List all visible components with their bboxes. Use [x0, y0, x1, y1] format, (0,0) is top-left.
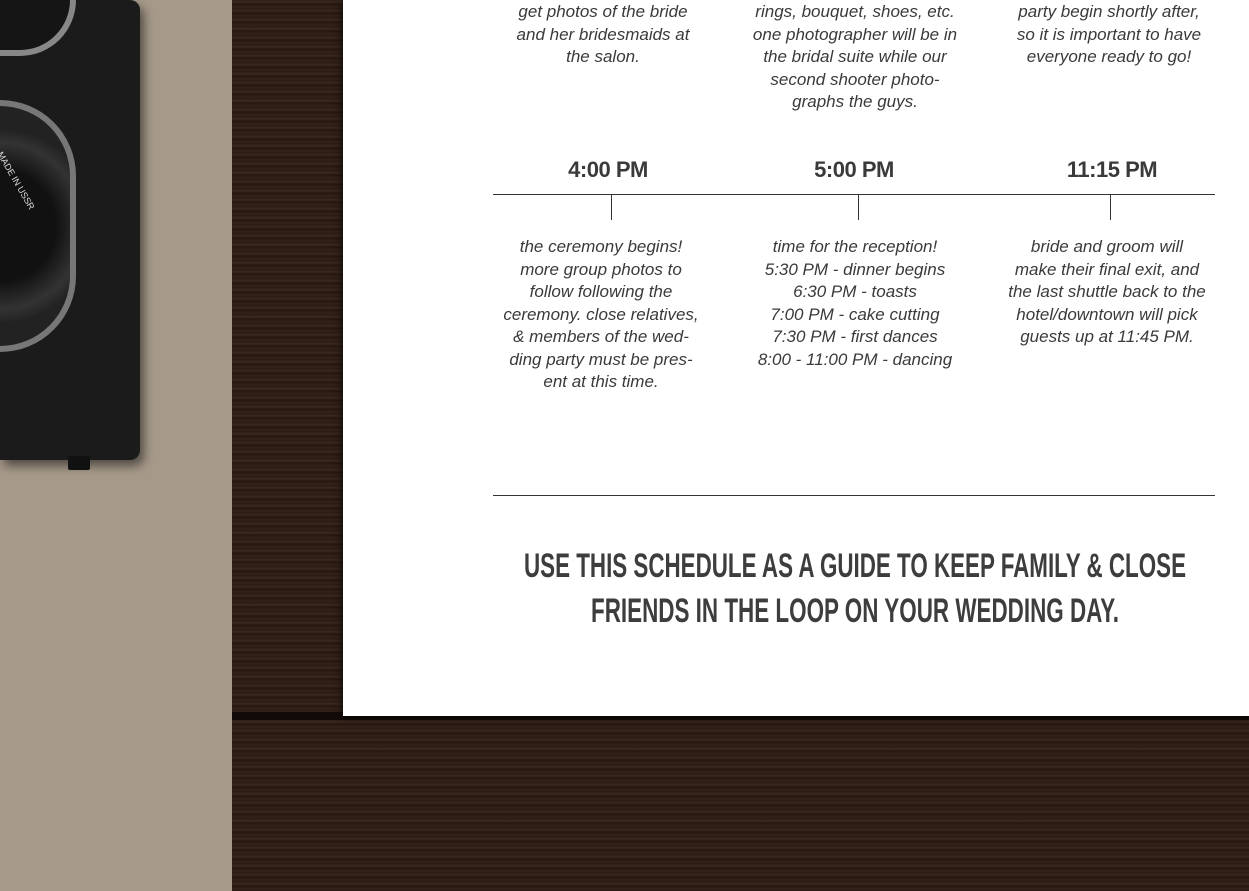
text-line: hotel/downtown will pick — [1016, 304, 1198, 324]
footer-headline-block: USE THIS SCHEDULE AS A GUIDE TO KEEP FAM… — [524, 547, 1186, 630]
top-column-2: rings, bouquet, shoes, etc. one photogra… — [735, 1, 975, 114]
text-line: time for the reception! — [772, 237, 938, 256]
top-column-3: party begin shortly after, so it is impo… — [989, 1, 1229, 69]
text-line: bride and groom will — [1030, 237, 1184, 256]
text-line: the bridal suite while our — [763, 47, 947, 66]
text-line: party begin shortly after, — [1018, 2, 1200, 21]
text-line: make their final exit, and — [1014, 259, 1200, 279]
time-label: 4:00 PM — [568, 157, 648, 182]
text-line: 7:30 PM - first dances — [772, 327, 938, 346]
text-line: rings, bouquet, shoes, etc. — [755, 2, 955, 21]
text-line: ceremony. close relatives, — [503, 304, 699, 324]
text-line: ding party must be pres- — [509, 349, 693, 369]
camera-image: MADE IN USSR — [0, 0, 140, 470]
text-line: & members of the wed- — [513, 327, 689, 346]
viewfinder-lens — [0, 0, 76, 56]
timeline-description: bride and groom will make their final ex… — [987, 236, 1227, 349]
text-line: and her bridesmaids at — [516, 24, 690, 44]
text-line: the last shuttle back to the — [1008, 282, 1206, 301]
text-line: 5:30 PM - dinner begins — [764, 259, 946, 279]
timeline-tick — [858, 194, 859, 220]
text-line: 7:00 PM - cake cutting — [770, 304, 940, 324]
text-line: follow following the — [529, 282, 673, 301]
text-line: more group photos to — [520, 259, 682, 279]
text-line: guests up at 11:45 PM. — [1020, 327, 1194, 346]
top-column-1: get photos of the bride and her bridesma… — [483, 1, 723, 69]
text-line: the ceremony begins! — [519, 237, 683, 256]
text-line: graphs the guys. — [792, 92, 918, 111]
text-line: ent at this time. — [543, 372, 659, 391]
timeline-description: time for the reception! 5:30 PM - dinner… — [735, 236, 975, 371]
camera-knob — [68, 456, 90, 470]
time-label: 5:00 PM — [814, 157, 894, 182]
text-line: second shooter photo- — [770, 69, 940, 89]
timeline-tick — [1110, 194, 1111, 220]
footer-headline: USE THIS SCHEDULE AS A GUIDE TO KEEP FAM… — [524, 547, 1186, 585]
timeline-description: the ceremony begins! more group photos t… — [481, 236, 721, 394]
text-line: get photos of the bride — [518, 2, 688, 21]
text-line: 6:30 PM - toasts — [793, 282, 917, 301]
text-line: 8:00 - 11:00 PM - dancing — [757, 349, 953, 369]
text-line: one photographer will be in — [752, 24, 958, 44]
timeline-tick — [611, 194, 612, 220]
text-line: so it is important to have — [1016, 24, 1202, 44]
text-line: everyone ready to go! — [1026, 47, 1192, 66]
footer-headline: FRIENDS IN THE LOOP ON YOUR WEDDING DAY. — [591, 592, 1119, 630]
timeline-line — [493, 194, 1215, 195]
text-line: the salon. — [566, 47, 640, 66]
camera-lens — [0, 100, 76, 352]
time-label: 11:15 PM — [1066, 157, 1158, 182]
divider-line — [493, 495, 1215, 496]
